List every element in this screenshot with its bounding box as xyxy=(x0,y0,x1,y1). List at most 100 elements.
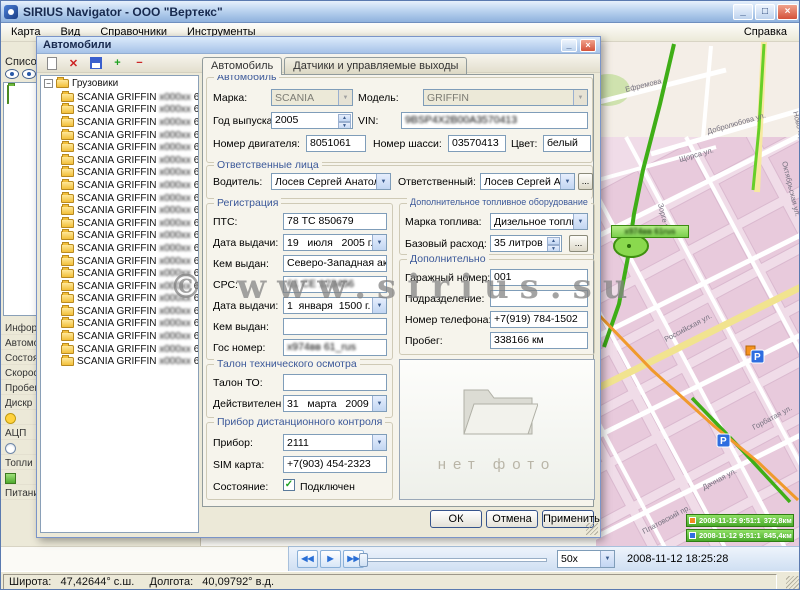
svg-text:P: P xyxy=(754,352,761,363)
tree-item-vehicle[interactable]: SCANIA GRIFFIN х000хх 61rus xyxy=(41,343,198,356)
collapse-icon[interactable]: − xyxy=(44,79,53,88)
delete-icon[interactable]: ✕ xyxy=(65,55,82,71)
model-combo[interactable]: GRIFFIN▼ xyxy=(423,89,588,106)
new-icon[interactable] xyxy=(43,55,60,71)
phone-number-field[interactable]: +7(919) 784-1502 xyxy=(490,311,588,328)
engine-number-field[interactable]: 8051061 xyxy=(306,135,366,152)
tree-item-vehicle[interactable]: SCANIA GRIFFIN х000хх 61rus xyxy=(41,280,198,293)
field-label: Подразделение: xyxy=(405,293,484,305)
vehicle-folder-icon xyxy=(61,294,74,303)
spinner-buttons[interactable]: ▲▼ xyxy=(547,237,560,250)
field-label: VIN: xyxy=(358,115,378,127)
dialog-minimize-button[interactable]: _ xyxy=(561,39,577,52)
tree-item-vehicle[interactable]: SCANIA GRIFFIN х000хх 61rus xyxy=(41,305,198,318)
field-label: Дата выдачи: xyxy=(213,300,278,312)
ok-button[interactable]: ОК xyxy=(430,510,482,528)
chevron-down-icon: ▼ xyxy=(560,174,574,189)
window-resize-grip[interactable] xyxy=(786,576,800,590)
cancel-button[interactable]: Отмена xyxy=(486,510,538,528)
close-button[interactable]: × xyxy=(777,4,798,20)
plate-number-field[interactable]: х974вв 61_rus xyxy=(283,339,387,356)
tree-item-vehicle[interactable]: SCANIA GRIFFIN х000хх 61rus xyxy=(41,318,198,331)
tree-item-vehicle[interactable]: SCANIA GRIFFIN х000хх 61rus xyxy=(41,242,198,255)
tree-item-vehicle[interactable]: SCANIA GRIFFIN х000хх 61rus xyxy=(41,154,198,167)
tree-item-vehicle[interactable]: SCANIA GRIFFIN х000хх 61rus xyxy=(41,255,198,268)
inspection-ticket-field[interactable] xyxy=(283,374,387,391)
spinner-buttons[interactable]: ▲▼ xyxy=(338,114,351,127)
vin-field[interactable]: 9BSP4X2B00A3570413 xyxy=(401,112,588,129)
save-icon[interactable] xyxy=(87,55,104,71)
resize-grip[interactable] xyxy=(586,523,598,535)
device-combo[interactable]: 2111▼ xyxy=(283,434,387,451)
marka-combo[interactable]: SCANIA▼ xyxy=(271,89,353,106)
tree-item-vehicle[interactable]: SCANIA GRIFFIN х000хх 61rus xyxy=(41,204,198,217)
timeline-thumb[interactable] xyxy=(359,553,368,567)
minimize-button[interactable]: _ xyxy=(733,4,753,20)
tree-item-vehicle[interactable]: SCANIA GRIFFIN х000хх 61rus xyxy=(41,141,198,154)
valid-until-combo[interactable]: 31 марта 2009 г.▼ xyxy=(283,395,387,412)
field-label: Кем выдан: xyxy=(213,321,269,333)
tree-item-vehicle[interactable]: SCANIA GRIFFIN х000хх 61rus xyxy=(41,217,198,230)
tab-sensors[interactable]: Датчики и управляемые выходы xyxy=(284,57,467,74)
tree-item-vehicle[interactable]: SCANIA GRIFFIN х000хх 61rus xyxy=(41,104,198,117)
vehicle-folder-icon xyxy=(61,307,74,316)
tree-item-vehicle[interactable]: SCANIA GRIFFIN х000хх 61rus xyxy=(41,230,198,243)
tab-vehicle[interactable]: Автомобиль xyxy=(202,57,282,75)
trucks-folder-icon xyxy=(56,79,69,88)
vehicle-folder-icon xyxy=(61,282,74,291)
tree-item-vehicle[interactable]: SCANIA GRIFFIN х000хх 61rus xyxy=(41,116,198,129)
menu-help[interactable]: Справка xyxy=(730,24,800,40)
tree-item-vehicle[interactable]: SCANIA GRIFFIN х000хх 61rus xyxy=(41,330,198,343)
srs-date-combo[interactable]: 1 января 1500 г.▼ xyxy=(283,297,387,314)
srs-issuer-field[interactable] xyxy=(283,318,387,335)
field-label: Модель: xyxy=(358,92,399,104)
driver-combo[interactable]: Лосев Сергей Анатоль▼ xyxy=(271,173,391,190)
sim-card-field[interactable]: +7(903) 454-2323 xyxy=(283,456,387,473)
fuel-type-combo[interactable]: Дизельное топливо▼ xyxy=(490,213,588,230)
eye-icon[interactable] xyxy=(22,69,36,79)
pts-issuer-field[interactable]: Северо-Западная акционная т xyxy=(283,255,387,272)
browse-consumption-button[interactable]: ... xyxy=(569,235,588,252)
maximize-button[interactable]: □ xyxy=(755,4,775,20)
track-label[interactable]: 2008-11-12 9:51:1 845,4км xyxy=(686,529,794,542)
playback-bar: ◀◀ ▶ ▶▶ 50x▼ 2008-11-12 18:25:28 xyxy=(288,546,800,571)
vehicle-tree[interactable]: − Грузовики SCANIA GRIFFIN х000хх 61rusS… xyxy=(40,75,199,533)
rewind-button[interactable]: ◀◀ xyxy=(297,550,318,568)
field-label: Цвет: xyxy=(511,138,537,150)
add-icon[interactable]: + xyxy=(109,55,126,71)
remove-icon[interactable]: − xyxy=(131,55,148,71)
eye-icon[interactable] xyxy=(5,69,19,79)
vehicle-plate-label[interactable]: х974вв 61rus xyxy=(611,225,689,238)
tree-root-trucks[interactable]: − Грузовики xyxy=(41,76,198,91)
tree-item-vehicle[interactable]: SCANIA GRIFFIN х000хх 61rus xyxy=(41,355,198,368)
tree-item-vehicle[interactable]: SCANIA GRIFFIN х000хх 61rus xyxy=(41,167,198,180)
year-field[interactable]: 2005▲▼ xyxy=(271,112,353,129)
map[interactable]: P P ЕфремоваДобролюбова ул.Щорса ул.Октя… xyxy=(596,42,800,546)
mileage-field[interactable]: 338166 км xyxy=(490,332,588,349)
tree-item-vehicle[interactable]: SCANIA GRIFFIN х000хх 61rus xyxy=(41,179,198,192)
dialog-close-button[interactable]: × xyxy=(580,39,596,52)
playback-speed-combo[interactable]: 50x▼ xyxy=(557,550,615,568)
browse-responsible-button[interactable]: ... xyxy=(578,173,593,190)
tree-item-vehicle[interactable]: SCANIA GRIFFIN х000хх 61rus xyxy=(41,192,198,205)
parking-marker[interactable]: P xyxy=(717,434,730,447)
pts-date-combo[interactable]: 19 июля 2005 г.▼ xyxy=(283,234,387,251)
track-label[interactable]: 2008-11-12 9:51:1 372,8км xyxy=(686,514,794,527)
connected-checkbox[interactable]: ✓ xyxy=(283,479,295,491)
vehicle-folder-icon xyxy=(61,181,74,190)
garage-number-field[interactable]: 001 xyxy=(490,269,588,286)
tree-item-vehicle[interactable]: SCANIA GRIFFIN х000хх 61rus xyxy=(41,293,198,306)
responsible-combo[interactable]: Лосев Сергей Анатоль▼ xyxy=(480,173,575,190)
tree-item-vehicle[interactable]: SCANIA GRIFFIN х000хх 61rus xyxy=(41,129,198,142)
base-consumption-field[interactable]: 35 литров▲▼ xyxy=(490,235,562,252)
division-field[interactable] xyxy=(490,290,588,307)
tree-item-vehicle[interactable]: SCANIA GRIFFIN х000хх 61rus xyxy=(41,267,198,280)
tree-item-vehicle[interactable]: SCANIA GRIFFIN х000хх 61rus xyxy=(41,91,198,104)
color-field[interactable]: белый xyxy=(543,135,591,152)
status-bar: Широта: 47,42644° с.ш. Долгота: 40,09792… xyxy=(1,571,800,590)
pts-field[interactable]: 78 ТС 850679 xyxy=(283,213,387,230)
srs-field[interactable]: 61 СЕ 123456 xyxy=(283,276,387,293)
timeline-slider[interactable] xyxy=(361,558,547,562)
play-button[interactable]: ▶ xyxy=(320,550,341,568)
chassis-number-field[interactable]: 03570413 xyxy=(448,135,506,152)
